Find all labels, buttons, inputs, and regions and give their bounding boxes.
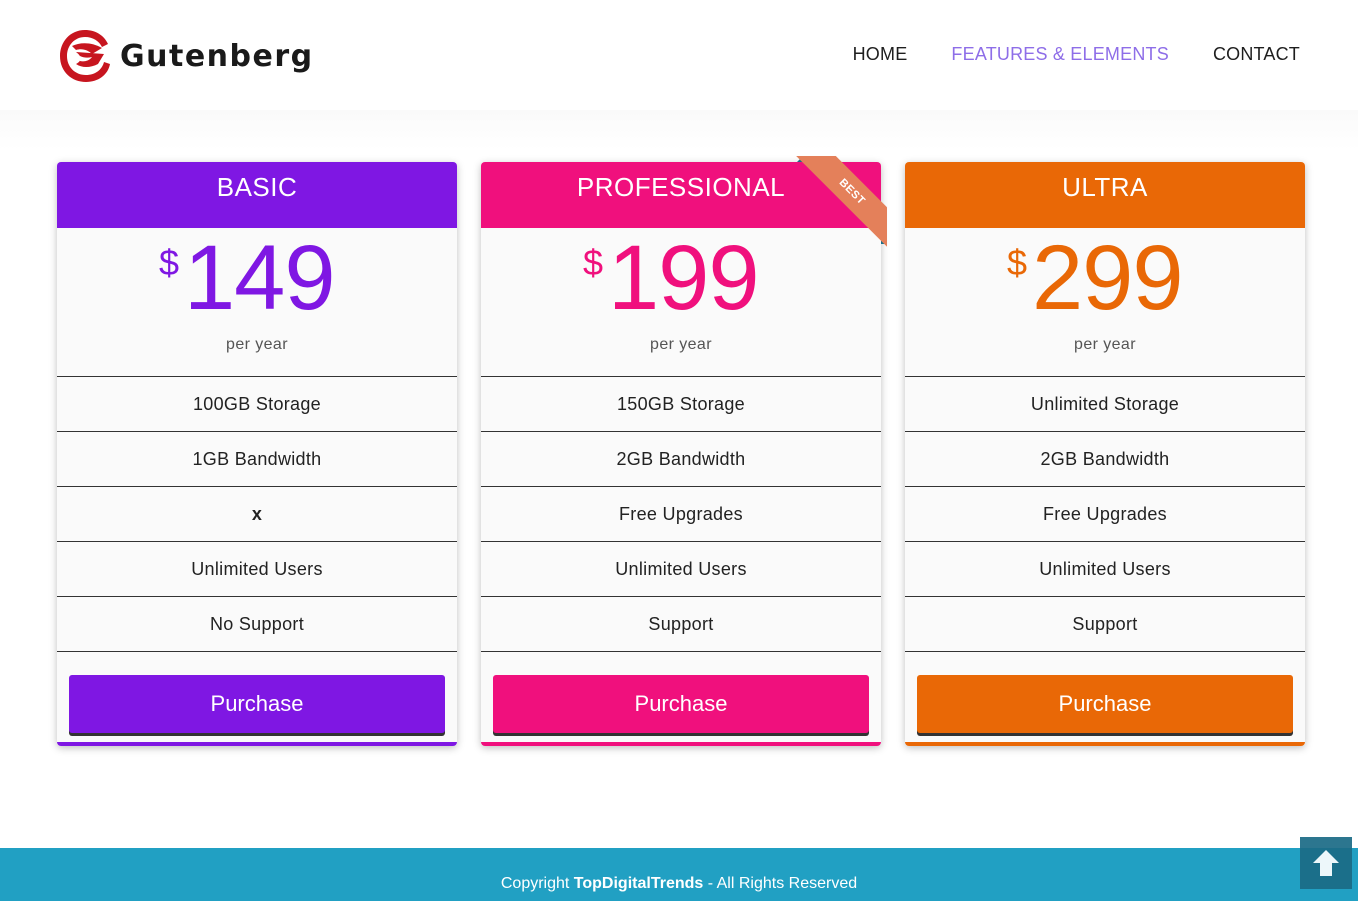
scroll-to-top-button[interactable] xyxy=(1300,837,1352,889)
feature-item: Free Upgrades xyxy=(481,487,881,542)
price-block: $ 299 per year xyxy=(905,228,1305,376)
arrow-up-icon xyxy=(1313,850,1339,876)
price-currency: $ xyxy=(583,242,604,283)
feature-item: 150GB Storage xyxy=(481,377,881,432)
card-accent-line xyxy=(905,742,1305,746)
gutenberg-logo-icon xyxy=(60,30,110,82)
site-logo[interactable]: Gutenberg xyxy=(58,28,314,84)
footer-copyright-suffix: - All Rights Reserved xyxy=(703,875,858,892)
purchase-button-professional[interactable]: Purchase xyxy=(493,675,869,733)
price-period: per year xyxy=(650,336,712,353)
feature-list: 150GB Storage 2GB Bandwidth Free Upgrade… xyxy=(481,376,881,652)
purchase-button-ultra[interactable]: Purchase xyxy=(917,675,1293,733)
card-accent-line xyxy=(57,742,457,746)
nav-features-elements[interactable]: FEATURES & ELEMENTS xyxy=(951,44,1169,65)
feature-item: Unlimited Storage xyxy=(905,377,1305,432)
site-footer: Copyright TopDigitalTrends - All Rights … xyxy=(0,848,1358,901)
ribbon-label: BEST xyxy=(796,156,887,248)
price-period: per year xyxy=(226,336,288,353)
feature-item: Support xyxy=(481,597,881,652)
feature-item: Unlimited Users xyxy=(481,542,881,597)
nav-home[interactable]: HOME xyxy=(853,44,908,65)
best-ribbon: BEST xyxy=(791,156,887,252)
purchase-button-basic[interactable]: Purchase xyxy=(69,675,445,733)
footer-brand-link[interactable]: TopDigitalTrends xyxy=(574,875,703,892)
feature-list: 100GB Storage 1GB Bandwidth x Unlimited … xyxy=(57,376,457,652)
plan-name: BASIC xyxy=(57,162,457,228)
plan-name: ULTRA xyxy=(905,162,1305,228)
pricing-card-ultra: ULTRA $ 299 per year Unlimited Storage 2… xyxy=(905,162,1305,746)
card-accent-line xyxy=(481,742,881,746)
price-amount: 299 xyxy=(1032,227,1183,329)
price-currency: $ xyxy=(159,242,180,283)
price-period: per year xyxy=(1074,336,1136,353)
pricing-card-basic: BASIC $ 149 per year 100GB Storage 1GB B… xyxy=(57,162,457,746)
footer-copyright-prefix: Copyright xyxy=(500,875,574,892)
price-block: $ 149 per year xyxy=(57,228,457,376)
feature-item: 1GB Bandwidth xyxy=(57,432,457,487)
price-amount: 199 xyxy=(608,227,759,329)
feature-item: 100GB Storage xyxy=(57,377,457,432)
price-amount: 149 xyxy=(184,227,335,329)
feature-item: Unlimited Users xyxy=(905,542,1305,597)
site-header: Gutenberg HOME FEATURES & ELEMENTS CONTA… xyxy=(0,0,1358,110)
price-currency: $ xyxy=(1007,242,1028,283)
feature-item: Free Upgrades xyxy=(905,487,1305,542)
main-nav: HOME FEATURES & ELEMENTS CONTACT xyxy=(809,44,1300,65)
logo-text: Gutenberg xyxy=(120,38,314,74)
feature-list: Unlimited Storage 2GB Bandwidth Free Upg… xyxy=(905,376,1305,652)
feature-item: 2GB Bandwidth xyxy=(481,432,881,487)
feature-item: x xyxy=(57,487,457,542)
feature-item: Support xyxy=(905,597,1305,652)
pricing-card-professional: PROFESSIONAL $ 199 per year 150GB Storag… xyxy=(481,156,887,746)
feature-item: 2GB Bandwidth xyxy=(905,432,1305,487)
feature-item: Unlimited Users xyxy=(57,542,457,597)
nav-contact[interactable]: CONTACT xyxy=(1213,44,1300,65)
feature-item: No Support xyxy=(57,597,457,652)
